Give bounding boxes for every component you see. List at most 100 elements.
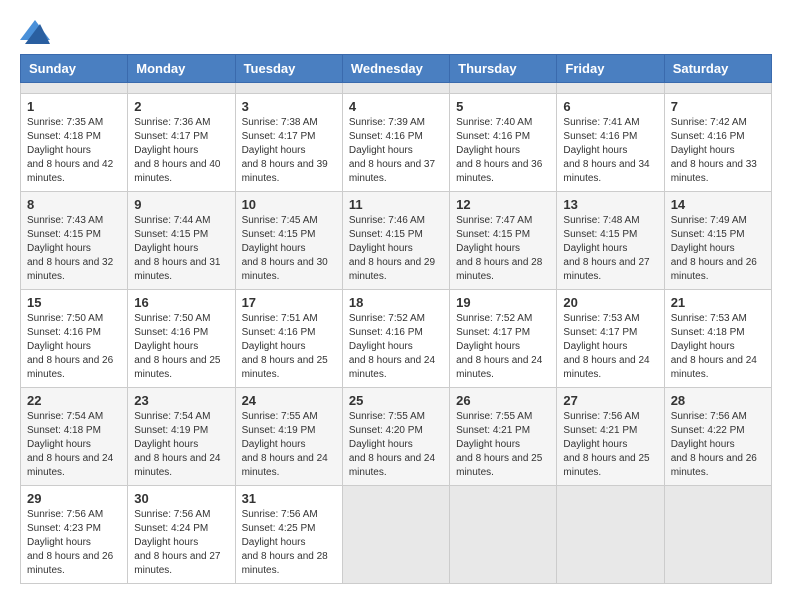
calendar-day-cell: 30 Sunrise: 7:56 AM Sunset: 4:24 PM Dayl… xyxy=(128,486,235,584)
calendar-header-saturday: Saturday xyxy=(664,55,771,83)
calendar-day-cell: 20 Sunrise: 7:53 AM Sunset: 4:17 PM Dayl… xyxy=(557,290,664,388)
calendar-day-cell xyxy=(450,83,557,94)
day-number: 21 xyxy=(671,295,765,310)
day-info: Sunrise: 7:55 AM Sunset: 4:19 PM Dayligh… xyxy=(242,410,336,480)
day-number: 11 xyxy=(349,197,443,212)
calendar-day-cell: 15 Sunrise: 7:50 AM Sunset: 4:16 PM Dayl… xyxy=(21,290,128,388)
calendar-day-cell: 24 Sunrise: 7:55 AM Sunset: 4:19 PM Dayl… xyxy=(235,388,342,486)
calendar-day-cell: 19 Sunrise: 7:52 AM Sunset: 4:17 PM Dayl… xyxy=(450,290,557,388)
day-number: 25 xyxy=(349,393,443,408)
calendar-week-row: 1 Sunrise: 7:35 AM Sunset: 4:18 PM Dayli… xyxy=(21,94,772,192)
day-number: 8 xyxy=(27,197,121,212)
calendar-week-row: 15 Sunrise: 7:50 AM Sunset: 4:16 PM Dayl… xyxy=(21,290,772,388)
day-info: Sunrise: 7:35 AM Sunset: 4:18 PM Dayligh… xyxy=(27,116,121,186)
calendar-day-cell: 2 Sunrise: 7:36 AM Sunset: 4:17 PM Dayli… xyxy=(128,94,235,192)
calendar-week-row: 29 Sunrise: 7:56 AM Sunset: 4:23 PM Dayl… xyxy=(21,486,772,584)
day-info: Sunrise: 7:54 AM Sunset: 4:19 PM Dayligh… xyxy=(134,410,228,480)
calendar-header-tuesday: Tuesday xyxy=(235,55,342,83)
day-number: 30 xyxy=(134,491,228,506)
day-info: Sunrise: 7:56 AM Sunset: 4:25 PM Dayligh… xyxy=(242,508,336,578)
calendar-day-cell: 1 Sunrise: 7:35 AM Sunset: 4:18 PM Dayli… xyxy=(21,94,128,192)
calendar-day-cell: 17 Sunrise: 7:51 AM Sunset: 4:16 PM Dayl… xyxy=(235,290,342,388)
calendar-header-wednesday: Wednesday xyxy=(342,55,449,83)
day-number: 10 xyxy=(242,197,336,212)
day-info: Sunrise: 7:53 AM Sunset: 4:18 PM Dayligh… xyxy=(671,312,765,382)
calendar-week-row xyxy=(21,83,772,94)
day-info: Sunrise: 7:56 AM Sunset: 4:23 PM Dayligh… xyxy=(27,508,121,578)
day-info: Sunrise: 7:56 AM Sunset: 4:21 PM Dayligh… xyxy=(563,410,657,480)
calendar-day-cell xyxy=(450,486,557,584)
day-number: 15 xyxy=(27,295,121,310)
calendar-day-cell xyxy=(664,486,771,584)
day-info: Sunrise: 7:55 AM Sunset: 4:20 PM Dayligh… xyxy=(349,410,443,480)
calendar-day-cell: 12 Sunrise: 7:47 AM Sunset: 4:15 PM Dayl… xyxy=(450,192,557,290)
day-info: Sunrise: 7:50 AM Sunset: 4:16 PM Dayligh… xyxy=(27,312,121,382)
calendar-day-cell xyxy=(342,83,449,94)
calendar-day-cell xyxy=(128,83,235,94)
calendar-day-cell: 22 Sunrise: 7:54 AM Sunset: 4:18 PM Dayl… xyxy=(21,388,128,486)
day-info: Sunrise: 7:48 AM Sunset: 4:15 PM Dayligh… xyxy=(563,214,657,284)
calendar-day-cell: 3 Sunrise: 7:38 AM Sunset: 4:17 PM Dayli… xyxy=(235,94,342,192)
day-info: Sunrise: 7:54 AM Sunset: 4:18 PM Dayligh… xyxy=(27,410,121,480)
day-info: Sunrise: 7:56 AM Sunset: 4:24 PM Dayligh… xyxy=(134,508,228,578)
calendar-day-cell: 7 Sunrise: 7:42 AM Sunset: 4:16 PM Dayli… xyxy=(664,94,771,192)
calendar-day-cell: 29 Sunrise: 7:56 AM Sunset: 4:23 PM Dayl… xyxy=(21,486,128,584)
day-number: 28 xyxy=(671,393,765,408)
logo-icon xyxy=(20,20,50,44)
calendar-header-monday: Monday xyxy=(128,55,235,83)
day-info: Sunrise: 7:52 AM Sunset: 4:16 PM Dayligh… xyxy=(349,312,443,382)
day-number: 23 xyxy=(134,393,228,408)
calendar-day-cell: 21 Sunrise: 7:53 AM Sunset: 4:18 PM Dayl… xyxy=(664,290,771,388)
day-info: Sunrise: 7:47 AM Sunset: 4:15 PM Dayligh… xyxy=(456,214,550,284)
day-info: Sunrise: 7:39 AM Sunset: 4:16 PM Dayligh… xyxy=(349,116,443,186)
calendar-week-row: 8 Sunrise: 7:43 AM Sunset: 4:15 PM Dayli… xyxy=(21,192,772,290)
day-info: Sunrise: 7:40 AM Sunset: 4:16 PM Dayligh… xyxy=(456,116,550,186)
day-info: Sunrise: 7:53 AM Sunset: 4:17 PM Dayligh… xyxy=(563,312,657,382)
calendar-day-cell: 13 Sunrise: 7:48 AM Sunset: 4:15 PM Dayl… xyxy=(557,192,664,290)
day-number: 20 xyxy=(563,295,657,310)
calendar-day-cell xyxy=(557,486,664,584)
calendar-day-cell xyxy=(342,486,449,584)
day-info: Sunrise: 7:51 AM Sunset: 4:16 PM Dayligh… xyxy=(242,312,336,382)
calendar-day-cell: 16 Sunrise: 7:50 AM Sunset: 4:16 PM Dayl… xyxy=(128,290,235,388)
calendar-day-cell xyxy=(557,83,664,94)
day-number: 22 xyxy=(27,393,121,408)
logo xyxy=(20,20,52,44)
day-info: Sunrise: 7:50 AM Sunset: 4:16 PM Dayligh… xyxy=(134,312,228,382)
day-number: 19 xyxy=(456,295,550,310)
calendar-day-cell: 27 Sunrise: 7:56 AM Sunset: 4:21 PM Dayl… xyxy=(557,388,664,486)
day-number: 31 xyxy=(242,491,336,506)
day-number: 3 xyxy=(242,99,336,114)
calendar-day-cell: 14 Sunrise: 7:49 AM Sunset: 4:15 PM Dayl… xyxy=(664,192,771,290)
day-number: 2 xyxy=(134,99,228,114)
calendar-header-row: SundayMondayTuesdayWednesdayThursdayFrid… xyxy=(21,55,772,83)
day-number: 27 xyxy=(563,393,657,408)
day-number: 26 xyxy=(456,393,550,408)
calendar-day-cell: 28 Sunrise: 7:56 AM Sunset: 4:22 PM Dayl… xyxy=(664,388,771,486)
day-info: Sunrise: 7:43 AM Sunset: 4:15 PM Dayligh… xyxy=(27,214,121,284)
calendar-header-thursday: Thursday xyxy=(450,55,557,83)
calendar-day-cell: 10 Sunrise: 7:45 AM Sunset: 4:15 PM Dayl… xyxy=(235,192,342,290)
day-info: Sunrise: 7:38 AM Sunset: 4:17 PM Dayligh… xyxy=(242,116,336,186)
calendar: SundayMondayTuesdayWednesdayThursdayFrid… xyxy=(20,54,772,584)
calendar-day-cell: 25 Sunrise: 7:55 AM Sunset: 4:20 PM Dayl… xyxy=(342,388,449,486)
calendar-day-cell xyxy=(21,83,128,94)
calendar-day-cell: 9 Sunrise: 7:44 AM Sunset: 4:15 PM Dayli… xyxy=(128,192,235,290)
day-info: Sunrise: 7:42 AM Sunset: 4:16 PM Dayligh… xyxy=(671,116,765,186)
day-number: 14 xyxy=(671,197,765,212)
day-number: 24 xyxy=(242,393,336,408)
calendar-day-cell: 6 Sunrise: 7:41 AM Sunset: 4:16 PM Dayli… xyxy=(557,94,664,192)
day-info: Sunrise: 7:46 AM Sunset: 4:15 PM Dayligh… xyxy=(349,214,443,284)
calendar-week-row: 22 Sunrise: 7:54 AM Sunset: 4:18 PM Dayl… xyxy=(21,388,772,486)
calendar-day-cell: 8 Sunrise: 7:43 AM Sunset: 4:15 PM Dayli… xyxy=(21,192,128,290)
day-number: 12 xyxy=(456,197,550,212)
day-info: Sunrise: 7:45 AM Sunset: 4:15 PM Dayligh… xyxy=(242,214,336,284)
day-number: 7 xyxy=(671,99,765,114)
calendar-day-cell: 18 Sunrise: 7:52 AM Sunset: 4:16 PM Dayl… xyxy=(342,290,449,388)
header xyxy=(20,20,772,44)
calendar-day-cell: 11 Sunrise: 7:46 AM Sunset: 4:15 PM Dayl… xyxy=(342,192,449,290)
day-number: 9 xyxy=(134,197,228,212)
day-info: Sunrise: 7:41 AM Sunset: 4:16 PM Dayligh… xyxy=(563,116,657,186)
day-number: 1 xyxy=(27,99,121,114)
day-number: 5 xyxy=(456,99,550,114)
